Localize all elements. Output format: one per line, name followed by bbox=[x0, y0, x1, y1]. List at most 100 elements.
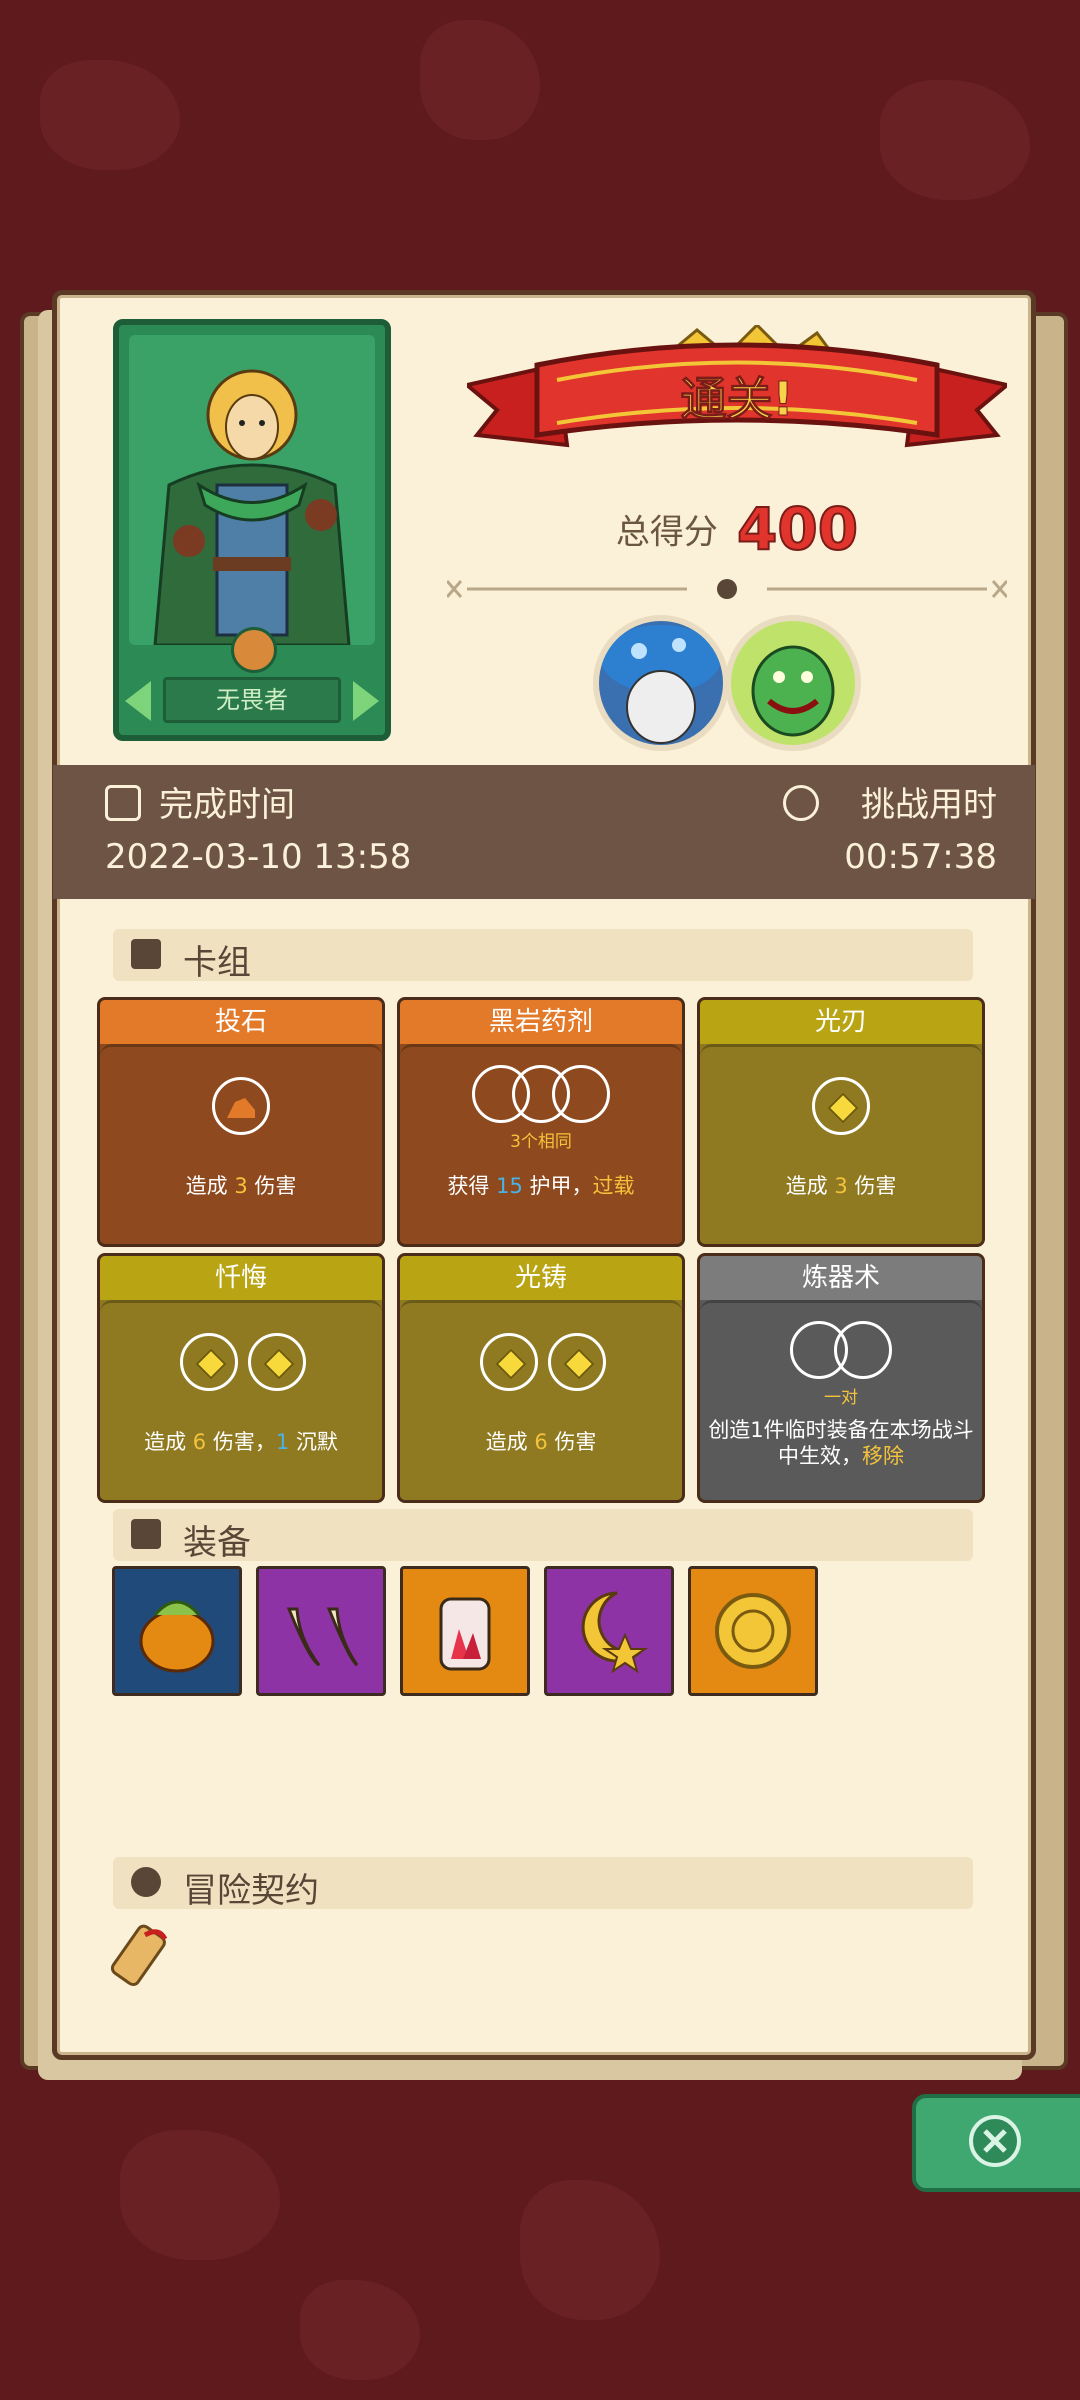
hero-figure-icon bbox=[153, 369, 351, 645]
rock-icon bbox=[227, 1098, 255, 1118]
card-body: 造成 6 伤害，1 沉默 bbox=[100, 1300, 382, 1500]
equipment-item[interactable] bbox=[400, 1566, 530, 1696]
result-panel: 无畏者 通关! 总得分 400 完成时间 2022-03-10 13:58 挑战… bbox=[52, 290, 1036, 2060]
desc-keyword: 过载 bbox=[592, 1174, 635, 1198]
stopwatch-icon bbox=[783, 785, 819, 821]
background-shape bbox=[120, 2130, 280, 2260]
crystal-jar-icon bbox=[439, 1597, 491, 1671]
card-description: 造成 6 伤害，1 沉默 bbox=[106, 1429, 376, 1455]
desc-number: 6 bbox=[534, 1430, 548, 1454]
card-lianqishu[interactable]: 炼器术 一对 创造1件临时装备在本场战斗中生效，移除 bbox=[697, 1253, 985, 1503]
card-body: 造成 3 伤害 bbox=[100, 1044, 382, 1244]
card-body: 一对 创造1件临时装备在本场战斗中生效，移除 bbox=[700, 1300, 982, 1500]
cards-icon bbox=[131, 939, 161, 969]
hero-portrait bbox=[129, 335, 375, 645]
score-label: 总得分 bbox=[615, 512, 718, 553]
calendar-icon bbox=[105, 785, 141, 821]
energy-slot bbox=[180, 1333, 238, 1391]
energy-slot bbox=[548, 1333, 606, 1391]
close-icon bbox=[969, 2115, 1021, 2167]
card-body: 3个相同 获得 15 护甲，过载 bbox=[400, 1044, 682, 1244]
desc-number: 3 bbox=[834, 1174, 848, 1198]
desc-text: 伤害 bbox=[547, 1430, 597, 1454]
equipment-item[interactable] bbox=[112, 1566, 242, 1696]
energy-slot bbox=[212, 1077, 270, 1135]
challenge-time-label: 挑战用时 bbox=[861, 785, 997, 825]
card-body: 造成 3 伤害 bbox=[700, 1044, 982, 1244]
energy-slot bbox=[552, 1065, 610, 1123]
card-body: 造成 6 伤害 bbox=[400, 1300, 682, 1500]
score-row: 总得分 400 bbox=[487, 494, 987, 564]
desc-number: 1 bbox=[275, 1430, 290, 1454]
card-title: 光铸 bbox=[400, 1256, 682, 1300]
card-title: 忏悔 bbox=[100, 1256, 382, 1300]
hero-next-arrow-icon[interactable] bbox=[353, 681, 379, 721]
person-icon bbox=[131, 1867, 161, 1897]
background-shape bbox=[880, 80, 1030, 200]
card-description: 造成 6 伤害 bbox=[406, 1429, 676, 1455]
card-title: 光刃 bbox=[700, 1000, 982, 1044]
equipment-item[interactable] bbox=[256, 1566, 386, 1696]
boss-portrait-mushroom bbox=[593, 615, 729, 751]
card-toushi[interactable]: 投石 造成 3 伤害 bbox=[97, 997, 385, 1247]
card-description: 造成 3 伤害 bbox=[706, 1173, 976, 1199]
energy-slot bbox=[834, 1321, 892, 1379]
slot-requirement: 3个相同 bbox=[510, 1132, 572, 1152]
desc-text: 伤害， bbox=[206, 1430, 276, 1454]
cube-icon bbox=[131, 1519, 161, 1549]
desc-text: 沉默 bbox=[289, 1430, 338, 1454]
challenge-time-value: 00:57:38 bbox=[844, 837, 997, 877]
card-guangzhu[interactable]: 光铸 造成 6 伤害 bbox=[397, 1253, 685, 1503]
mushroom-wizard-icon bbox=[601, 625, 721, 744]
equipment-item[interactable] bbox=[544, 1566, 674, 1696]
moon-star-icon bbox=[581, 1591, 649, 1674]
time-band: 完成时间 2022-03-10 13:58 挑战用时 00:57:38 bbox=[53, 765, 1035, 899]
energy-slot bbox=[480, 1333, 538, 1391]
background-shape bbox=[520, 2180, 660, 2320]
desc-number: 15 bbox=[496, 1174, 523, 1198]
contract-section-header: 冒险契约 bbox=[113, 1857, 973, 1911]
boss-portrait-goblin bbox=[725, 615, 861, 751]
diamond-icon bbox=[827, 1092, 859, 1124]
desc-text: 护甲， bbox=[522, 1174, 593, 1198]
card-chanhui[interactable]: 忏悔 造成 6 伤害，1 沉默 bbox=[97, 1253, 385, 1503]
slot-requirement: 一对 bbox=[824, 1388, 858, 1408]
desc-text: 创造1件临时装备在本场战斗中生效， bbox=[708, 1418, 974, 1468]
diamond-icon bbox=[195, 1348, 227, 1380]
background-shape bbox=[300, 2280, 420, 2380]
hero-card: 无畏者 bbox=[113, 319, 391, 741]
card-title: 炼器术 bbox=[700, 1256, 982, 1300]
desc-text: 造成 bbox=[785, 1174, 835, 1198]
desc-text: 获得 bbox=[447, 1174, 497, 1198]
card-description: 获得 15 护甲，过载 bbox=[406, 1173, 676, 1199]
desc-number: 3 bbox=[234, 1174, 248, 1198]
contract-section-title: 冒险契约 bbox=[183, 1871, 319, 1911]
diamond-icon bbox=[495, 1348, 527, 1380]
background-shape bbox=[420, 20, 540, 140]
bomb-fruit-icon bbox=[139, 1600, 215, 1673]
equipment-item[interactable] bbox=[688, 1566, 818, 1696]
desc-text: 伤害 bbox=[247, 1174, 297, 1198]
banner-text: 通关! bbox=[680, 372, 794, 427]
completion-time-label: 完成时间 bbox=[159, 785, 295, 825]
background-shape bbox=[40, 60, 180, 170]
desc-text: 造成 bbox=[144, 1430, 193, 1454]
desc-number: 6 bbox=[192, 1430, 207, 1454]
hero-prev-arrow-icon[interactable] bbox=[125, 681, 151, 721]
desc-text: 造成 bbox=[185, 1174, 235, 1198]
desc-keyword: 移除 bbox=[862, 1444, 904, 1468]
close-button[interactable] bbox=[912, 2094, 1080, 2192]
energy-slot bbox=[812, 1077, 870, 1135]
card-title: 黑岩药剂 bbox=[400, 1000, 682, 1044]
energy-slot bbox=[248, 1333, 306, 1391]
hero-name: 无畏者 bbox=[163, 677, 341, 723]
card-heiyan-yaoji[interactable]: 黑岩药剂 3个相同 获得 15 护甲，过载 bbox=[397, 997, 685, 1247]
scroll-contract-icon[interactable] bbox=[105, 1921, 181, 2001]
gold-coin-icon bbox=[715, 1593, 791, 1669]
score-value: 400 bbox=[736, 494, 859, 564]
deck-section-header: 卡组 bbox=[113, 929, 973, 983]
card-description: 创造1件临时装备在本场战斗中生效，移除 bbox=[706, 1417, 976, 1469]
deck-section-title: 卡组 bbox=[183, 943, 251, 983]
claws-icon bbox=[286, 1607, 359, 1667]
card-guangren[interactable]: 光刃 造成 3 伤害 bbox=[697, 997, 985, 1247]
